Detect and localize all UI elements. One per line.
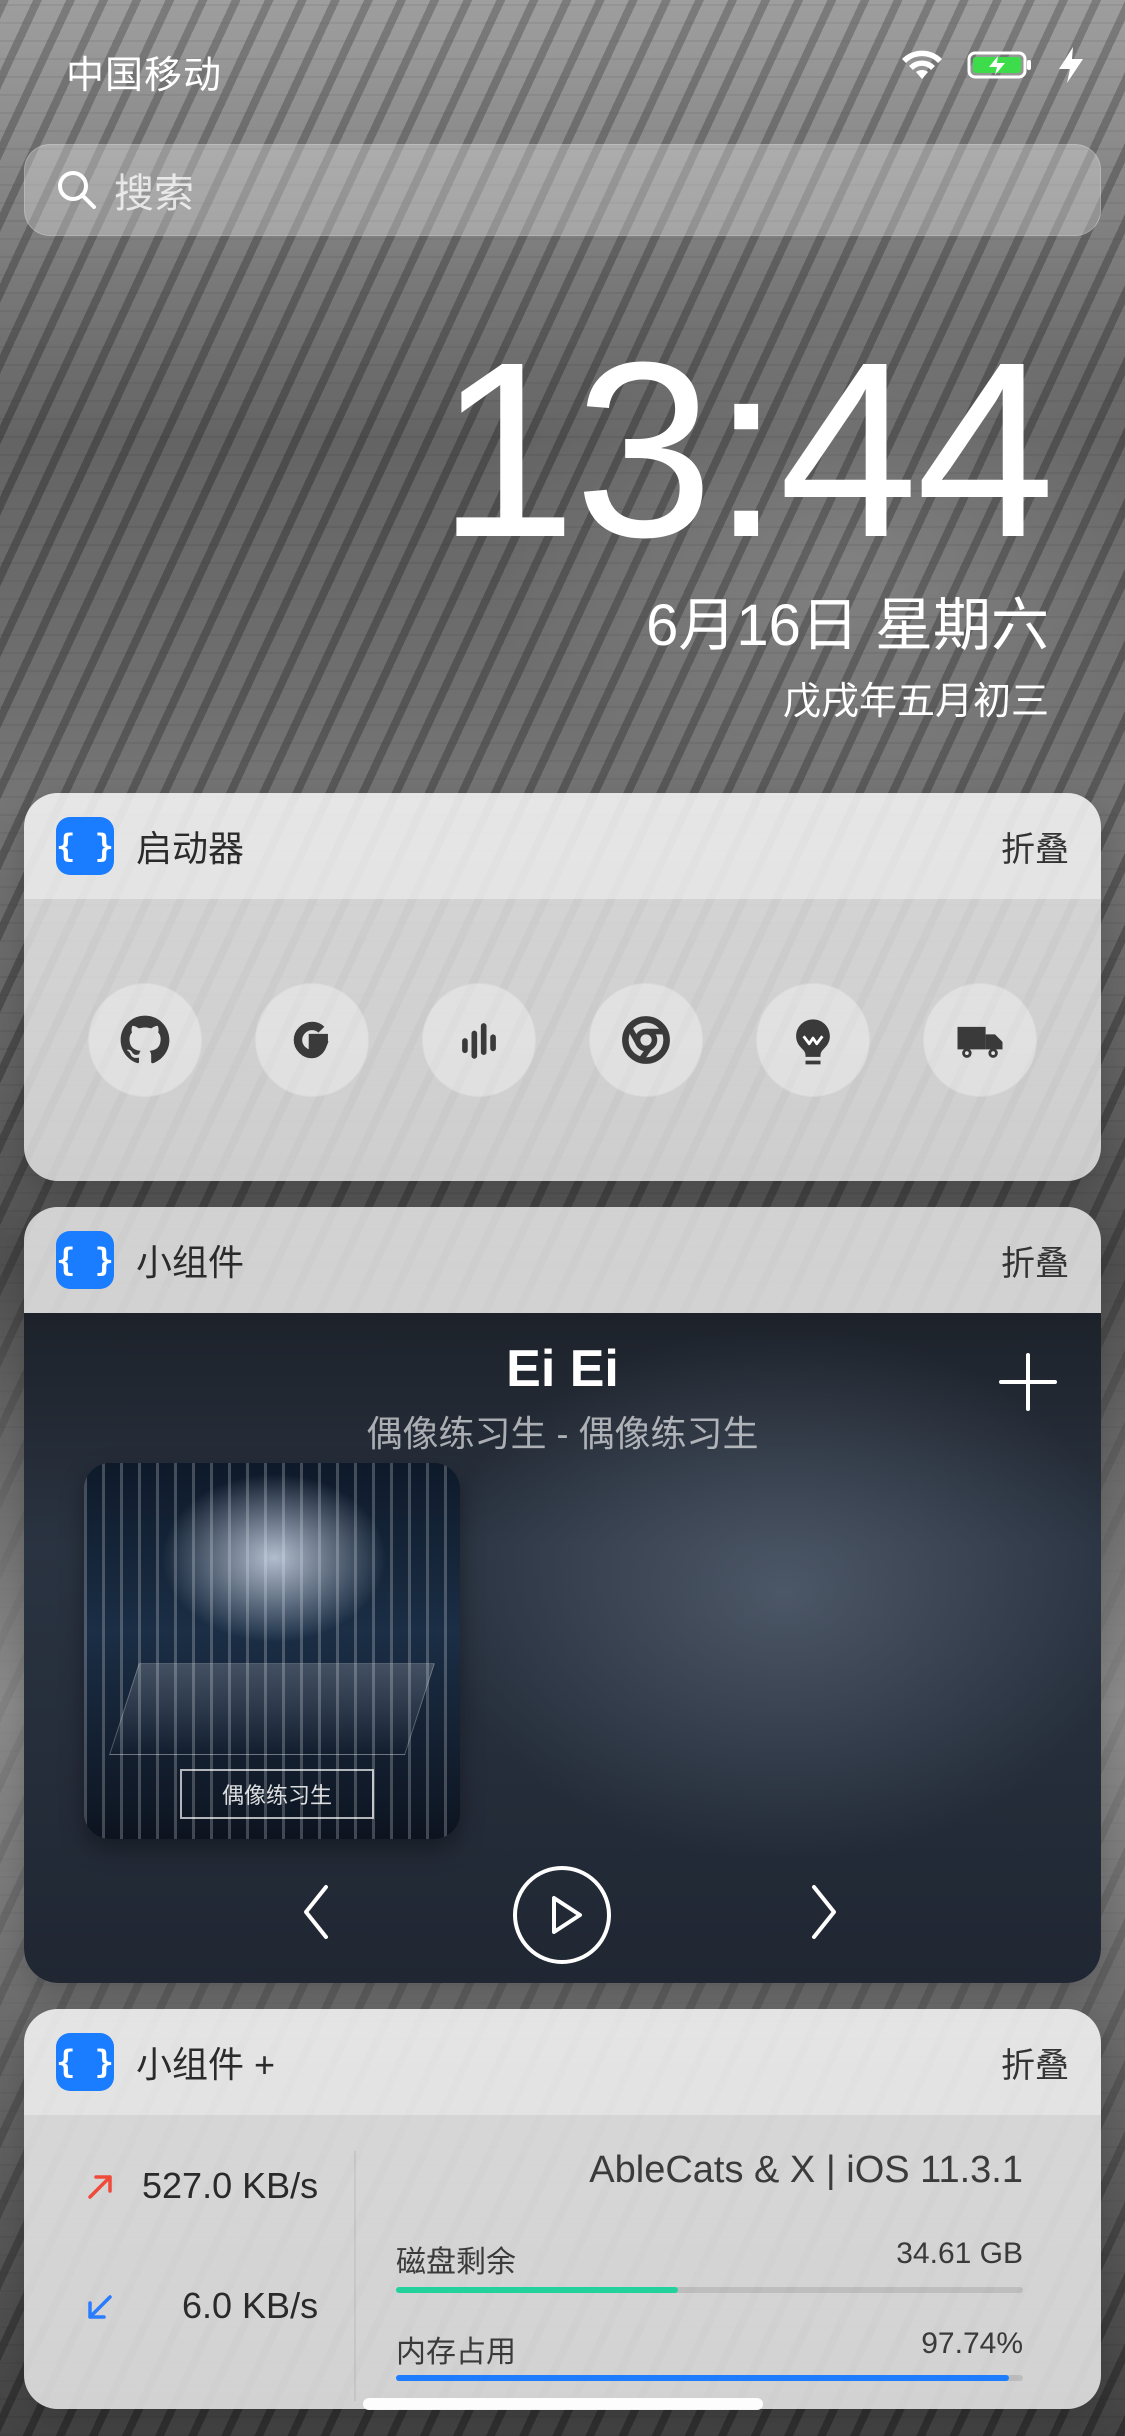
song-title: Ei Ei bbox=[506, 1340, 619, 1398]
stats-widget: { } 小组件 + 折叠 527.0 KB/s 6.0 KB/s AbleCat… bbox=[24, 2009, 1101, 2409]
launcher-widget: { } 启动器 折叠 bbox=[24, 793, 1101, 1181]
truck-icon bbox=[957, 1026, 1003, 1058]
music-widget: { } 小组件 折叠 Ei Ei 偶像练习生 - 偶像练习生 偶像练习生 bbox=[24, 1207, 1101, 1983]
date-label: 6月16日 星期六 bbox=[646, 593, 1049, 658]
play-icon[interactable] bbox=[512, 1865, 612, 1965]
stats-widget-title: 小组件 + bbox=[136, 2044, 276, 2085]
chrome-icon bbox=[621, 1016, 670, 1064]
lightbulb-icon bbox=[795, 1019, 830, 1065]
launch-podcast-button[interactable] bbox=[422, 983, 537, 1097]
upload-speed: 527.0 KB/s bbox=[142, 2165, 319, 2206]
widget-app-icon: { } bbox=[56, 1231, 114, 1289]
launch-google-button[interactable] bbox=[255, 983, 370, 1097]
launch-chrome-button[interactable] bbox=[588, 983, 703, 1097]
device-stats: AbleCats & X | iOS 11.3.1 磁盘剩余 34.61 GB … bbox=[396, 2149, 1023, 2409]
home-indicator[interactable] bbox=[363, 2398, 763, 2410]
memory-label: 内存占用 bbox=[396, 2336, 516, 2369]
launch-github-button[interactable] bbox=[88, 983, 203, 1097]
disk-progress-fill bbox=[396, 2287, 679, 2293]
search-placeholder: 搜索 bbox=[114, 172, 194, 216]
plus-icon[interactable] bbox=[995, 1349, 1061, 1415]
collapse-button[interactable]: 折叠 bbox=[1001, 822, 1069, 871]
next-icon[interactable] bbox=[804, 1879, 844, 1945]
disk-value: 34.61 GB bbox=[896, 2237, 1023, 2270]
carrier-label: 中国移动 bbox=[66, 55, 223, 97]
wifi-icon bbox=[899, 48, 945, 82]
widget-app-icon: { } bbox=[56, 2033, 114, 2091]
google-icon bbox=[293, 1021, 329, 1059]
network-speeds: 527.0 KB/s 6.0 KB/s bbox=[24, 2115, 354, 2409]
download-speed: 6.0 KB/s bbox=[182, 2285, 319, 2326]
previous-icon[interactable] bbox=[296, 1879, 336, 1945]
launch-delivery-button[interactable] bbox=[922, 983, 1037, 1097]
clock-time: 13:44 bbox=[437, 310, 1055, 589]
widget-app-icon: { } bbox=[56, 817, 114, 875]
memory-value: 97.74% bbox=[921, 2327, 1023, 2360]
collapse-button[interactable]: 折叠 bbox=[1001, 2038, 1069, 2087]
music-widget-header: { } 小组件 折叠 bbox=[24, 1207, 1101, 1313]
music-widget-title: 小组件 bbox=[136, 1242, 245, 1283]
stats-divider bbox=[354, 2151, 356, 2401]
battery-charging-icon bbox=[967, 48, 1033, 82]
memory-progress-fill bbox=[396, 2375, 1009, 2381]
search-icon bbox=[54, 167, 100, 213]
download-arrow-icon bbox=[84, 2290, 116, 2322]
lunar-date: 戊戌年五月初三 bbox=[782, 681, 1049, 723]
status-icons bbox=[899, 45, 1085, 85]
charging-bolt-icon bbox=[1055, 45, 1085, 85]
device-info: AbleCats & X | iOS 11.3.1 bbox=[589, 2149, 1023, 2191]
disk-progress-bar bbox=[396, 2287, 1023, 2293]
github-icon bbox=[121, 1015, 170, 1064]
album-art-stage bbox=[109, 1663, 435, 1755]
album-art[interactable]: 偶像练习生 bbox=[84, 1463, 460, 1839]
disk-label: 磁盘剩余 bbox=[396, 2246, 516, 2279]
album-art-logo: 偶像练习生 bbox=[180, 1769, 374, 1819]
podcast-icon bbox=[462, 1023, 496, 1059]
stats-widget-header: { } 小组件 + 折叠 bbox=[24, 2009, 1101, 2115]
song-artist: 偶像练习生 - 偶像练习生 bbox=[366, 1413, 759, 1454]
memory-progress-bar bbox=[396, 2375, 1023, 2381]
stats-body: 527.0 KB/s 6.0 KB/s AbleCats & X | iOS 1… bbox=[24, 2115, 1101, 2409]
upload-arrow-icon bbox=[84, 2170, 116, 2202]
launcher-buttons bbox=[24, 899, 1101, 1181]
now-playing: Ei Ei 偶像练习生 - 偶像练习生 偶像练习生 bbox=[24, 1313, 1101, 1983]
status-bar: 中国移动 bbox=[0, 0, 1125, 140]
launcher-title: 启动器 bbox=[136, 828, 245, 869]
search-bar[interactable]: 搜索 bbox=[24, 144, 1101, 236]
collapse-button[interactable]: 折叠 bbox=[1001, 1236, 1069, 1285]
download-speed-row: 6.0 KB/s bbox=[84, 2285, 318, 2327]
launcher-header: { } 启动器 折叠 bbox=[24, 793, 1101, 899]
launch-idea-button[interactable] bbox=[755, 983, 870, 1097]
upload-speed-row: 527.0 KB/s bbox=[84, 2165, 318, 2207]
